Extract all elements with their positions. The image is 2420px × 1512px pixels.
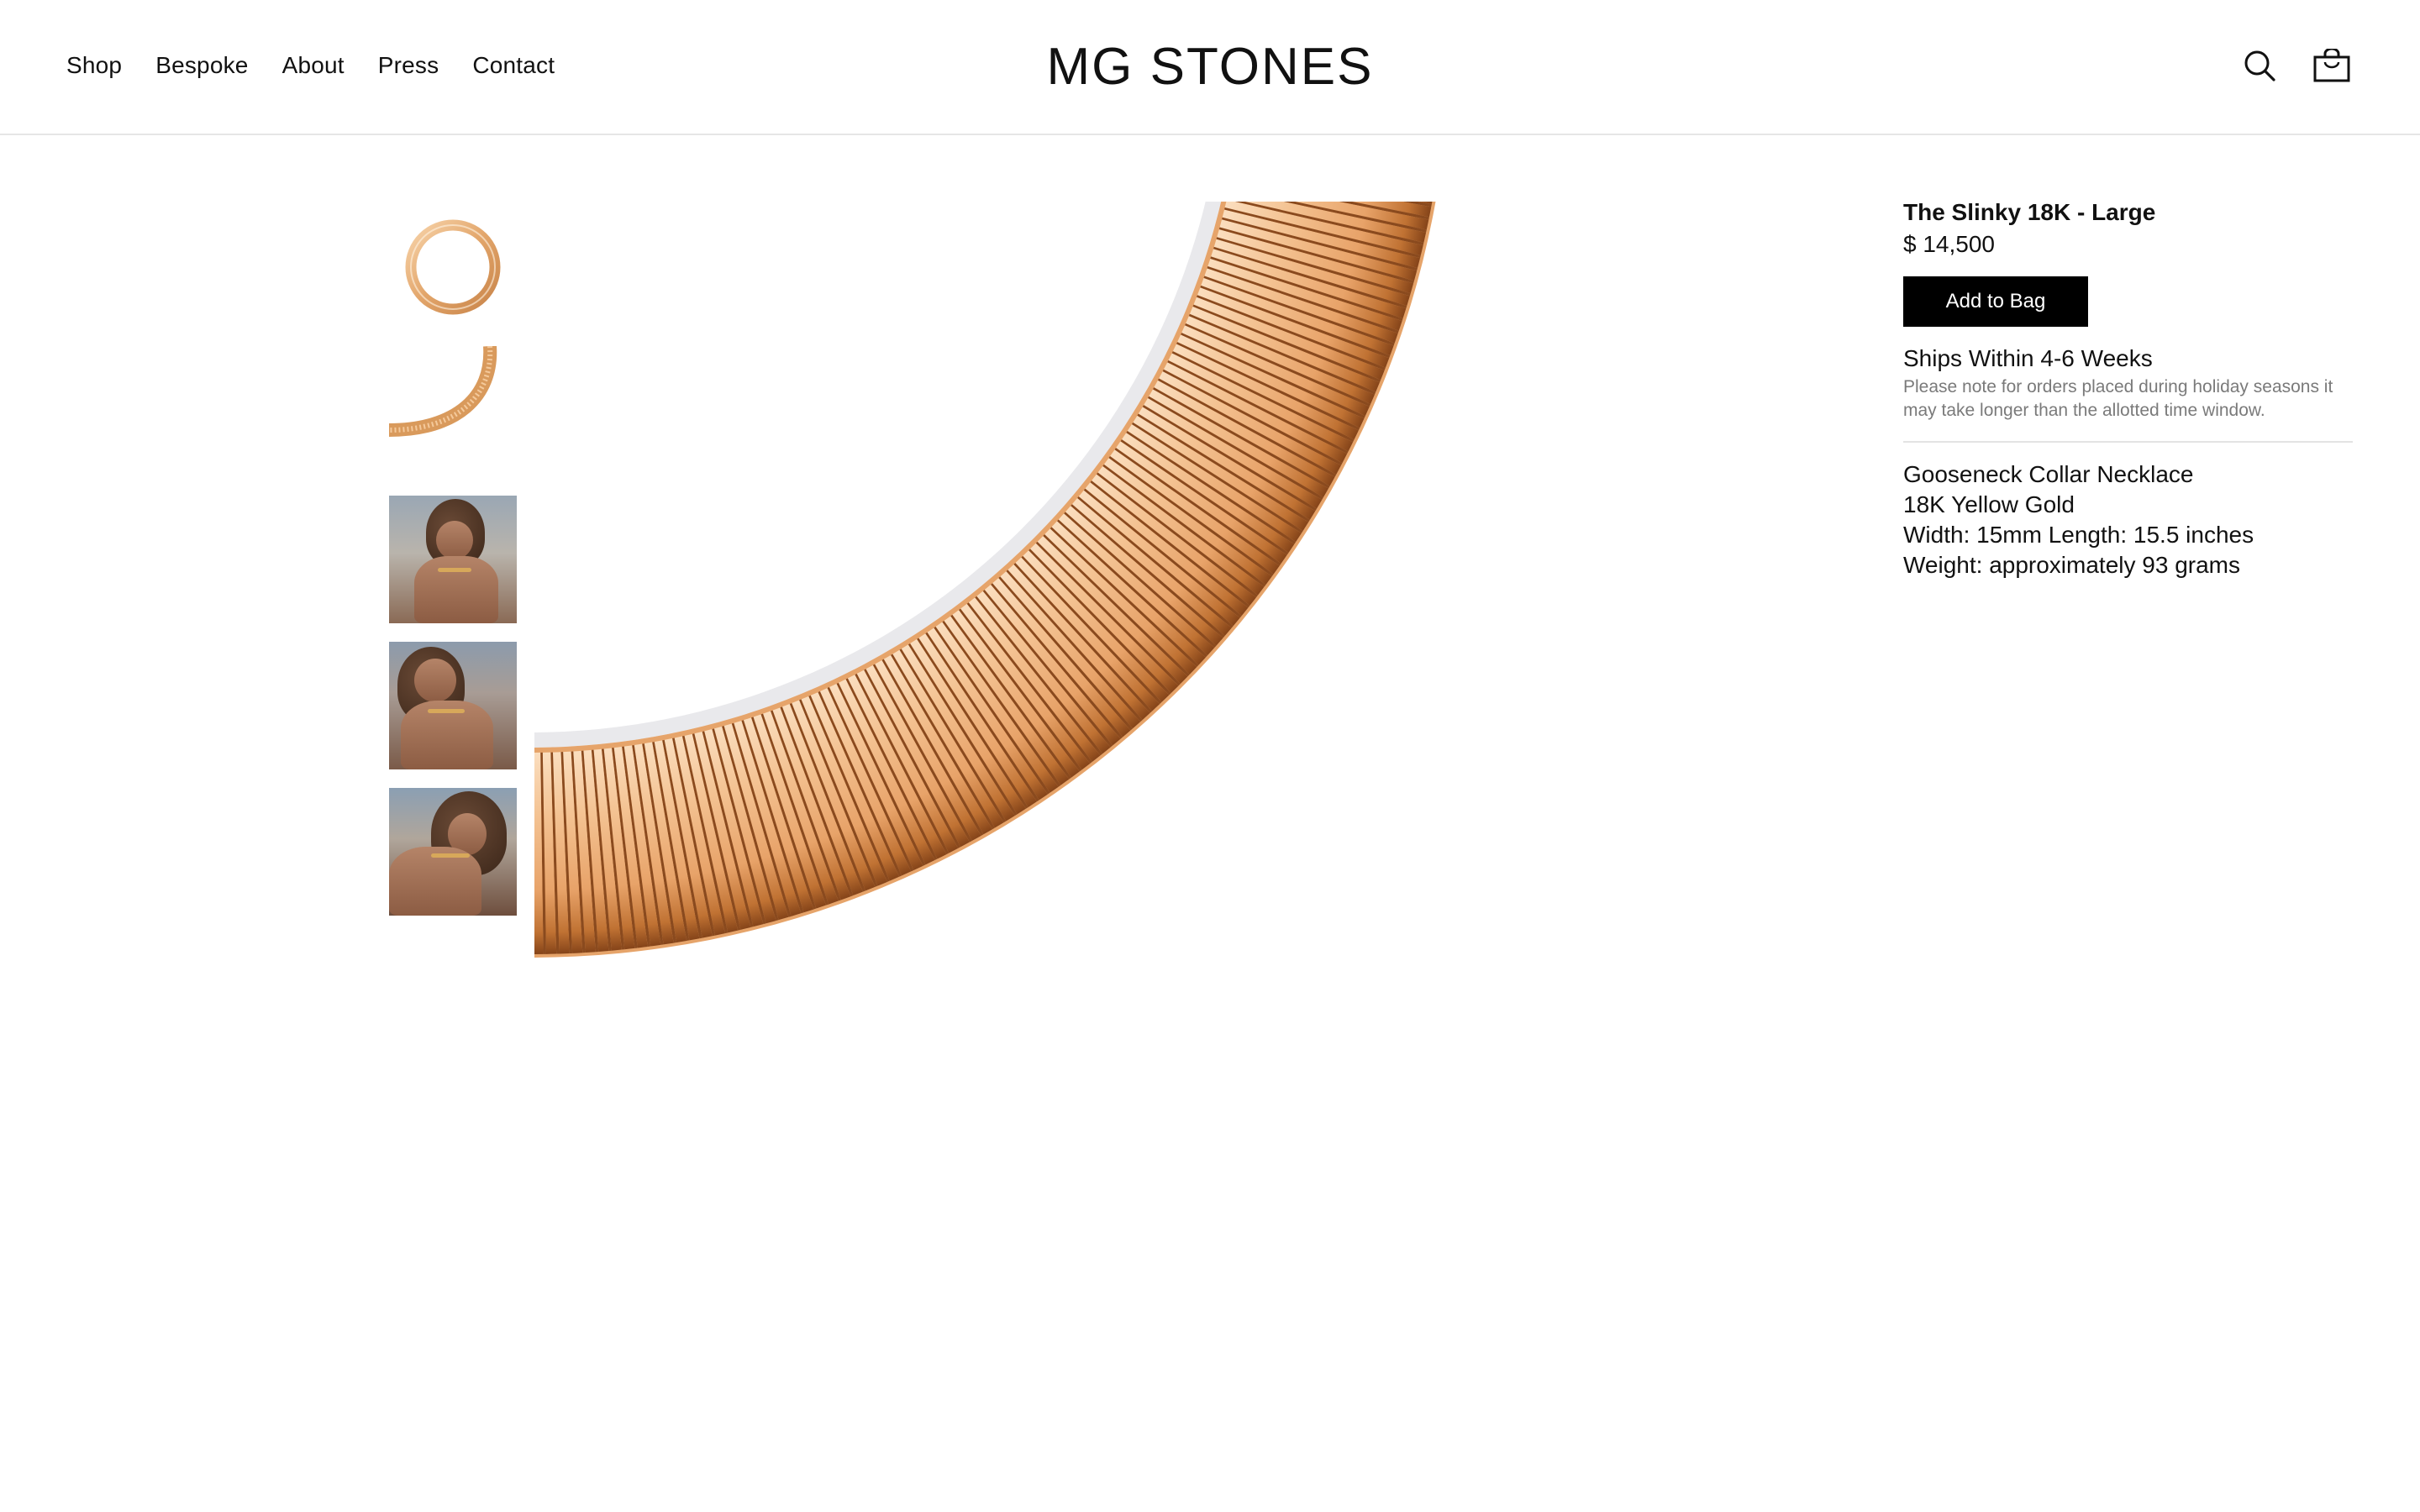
bag-button[interactable] [2312,46,2351,85]
add-to-bag-button[interactable]: Add to Bag [1903,276,2088,327]
product-details: Gooseneck Collar Necklace 18K Yellow Gol… [1903,459,2353,580]
model-photo-image [389,788,517,916]
search-icon [2244,50,2275,81]
shipping-note: Please note for orders placed during hol… [1903,377,2333,420]
site-header: Shop Bespoke About Press Contact MG STON… [0,0,2420,135]
thumbnail-ring-view[interactable] [389,203,517,331]
model-photo-image [389,642,517,769]
thumbnail-model-photo-3[interactable] [389,788,517,916]
shopping-bag-icon [2313,49,2350,82]
product-info-panel: The Slinky 18K - Large $ 14,500 Add to B… [1903,196,2353,580]
brand-logo[interactable]: MG STONES [0,34,2420,101]
detail-line: Gooseneck Collar Necklace [1903,461,2194,487]
shipping-title: Ships Within 4-6 Weeks [1903,345,2153,371]
thumbnail-model-photo-1[interactable] [389,496,517,623]
product-title: The Slinky 18K - Large [1903,199,2156,225]
thumbnail-necklace-detail[interactable] [389,346,517,445]
ring-thumbnail-image [405,219,501,315]
header-actions [2240,46,2351,85]
detail-line: Width: 15mm Length: 15.5 inches [1903,522,2254,548]
main-product-image[interactable] [530,38,1627,1126]
gold-necklace-image [530,38,1450,958]
product-price: $ 14,500 [1903,231,1995,257]
model-photo-image [389,496,517,623]
divider [1903,441,2353,443]
detail-line: 18K Yellow Gold [1903,491,2075,517]
detail-line: Weight: approximately 93 grams [1903,552,2240,578]
necklace-detail-thumbnail-image [389,346,497,437]
search-button[interactable] [2240,46,2279,85]
thumbnail-model-photo-2[interactable] [389,642,517,769]
